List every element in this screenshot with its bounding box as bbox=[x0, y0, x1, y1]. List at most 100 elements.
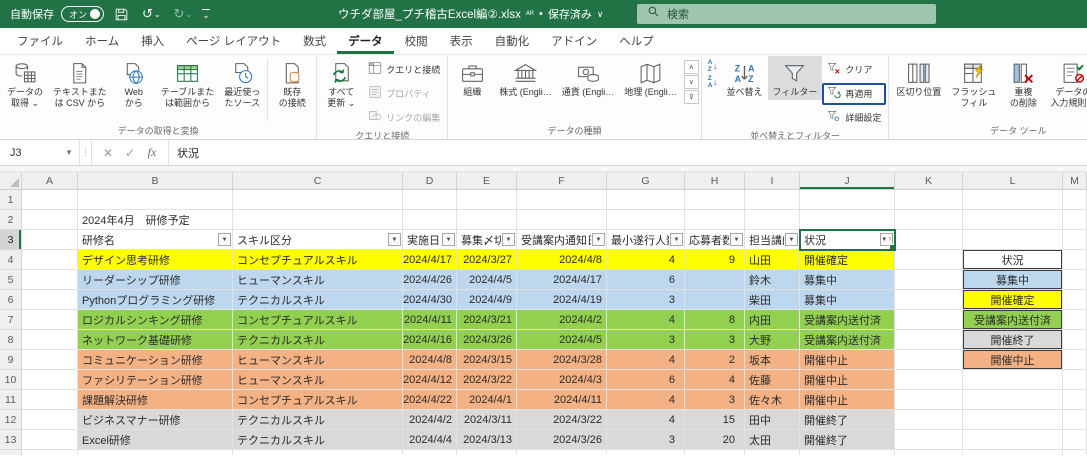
formula-input[interactable]: 状況 bbox=[169, 140, 1087, 165]
cell-L13[interactable] bbox=[963, 430, 1063, 450]
column-header-B[interactable]: B bbox=[78, 172, 233, 190]
cell-H6[interactable] bbox=[685, 290, 745, 310]
cell-G5[interactable]: 6 bbox=[607, 270, 685, 290]
cell-J1[interactable] bbox=[800, 190, 895, 210]
cell-G3[interactable]: 最小遂行人数▼ bbox=[607, 230, 685, 250]
cell-L3[interactable] bbox=[963, 230, 1063, 250]
cell-H7[interactable]: 8 bbox=[685, 310, 745, 330]
text-to-columns-button[interactable]: 区切り位置 bbox=[891, 56, 946, 100]
cell-J13[interactable]: 開催終了 bbox=[800, 430, 895, 450]
recent-sources-button[interactable]: 最近使ったソース bbox=[219, 56, 265, 111]
cell-K3[interactable] bbox=[895, 230, 963, 250]
cell-J5[interactable]: 募集中 bbox=[800, 270, 895, 290]
cell-K11[interactable] bbox=[895, 390, 963, 410]
cell-B13[interactable]: Excel研修 bbox=[78, 430, 233, 450]
from-table-range-button[interactable]: テーブルまたは範囲から bbox=[156, 56, 219, 111]
enter-icon[interactable]: ✓ bbox=[120, 146, 140, 160]
row-header-10[interactable]: 10 bbox=[0, 370, 22, 390]
cell-H2[interactable] bbox=[685, 210, 745, 230]
cell-C3[interactable]: スキル区分▼ bbox=[233, 230, 403, 250]
column-header-A[interactable]: A bbox=[22, 172, 78, 190]
column-header-G[interactable]: G bbox=[607, 172, 685, 190]
cell-I2[interactable] bbox=[745, 210, 800, 230]
filter-dropdown-icon[interactable]: ▼ bbox=[502, 233, 515, 246]
cell-I14[interactable] bbox=[745, 450, 800, 455]
get-data-button[interactable]: データの取得 ⌄ bbox=[2, 56, 48, 111]
cell-D1[interactable] bbox=[403, 190, 457, 210]
cell-M9[interactable] bbox=[1063, 350, 1087, 370]
cell-E8[interactable]: 2024/3/26 bbox=[457, 330, 517, 350]
cell-F3[interactable]: 受講案内通知日▼ bbox=[517, 230, 607, 250]
cell-G9[interactable]: 4 bbox=[607, 350, 685, 370]
cell-C13[interactable]: テクニカルスキル bbox=[233, 430, 403, 450]
cell-H3[interactable]: 応募者数▼ bbox=[685, 230, 745, 250]
cell-E10[interactable]: 2024/3/22 bbox=[457, 370, 517, 390]
cell-J14[interactable] bbox=[800, 450, 895, 455]
filter-dropdown-icon[interactable]: ▼ bbox=[592, 233, 605, 246]
cell-B10[interactable]: ファシリテーション研修 bbox=[78, 370, 233, 390]
column-header-J[interactable]: J bbox=[800, 172, 895, 190]
cell-E13[interactable]: 2024/3/13 bbox=[457, 430, 517, 450]
column-header-M[interactable]: M bbox=[1063, 172, 1087, 190]
cell-K14[interactable] bbox=[895, 450, 963, 455]
cell-B11[interactable]: 課題解決研修 bbox=[78, 390, 233, 410]
tab-挿入[interactable]: 挿入 bbox=[130, 28, 175, 54]
row-header-3[interactable]: 3 bbox=[0, 230, 22, 250]
cell-A9[interactable] bbox=[22, 350, 78, 370]
cell-I5[interactable]: 鈴木 bbox=[745, 270, 800, 290]
cell-F1[interactable] bbox=[517, 190, 607, 210]
tab-アドイン[interactable]: アドイン bbox=[540, 28, 608, 54]
row-header-9[interactable]: 9 bbox=[0, 350, 22, 370]
cell-E14[interactable] bbox=[457, 450, 517, 455]
cell-A4[interactable] bbox=[22, 250, 78, 270]
cell-D11[interactable]: 2024/4/22 bbox=[403, 390, 457, 410]
cell-F5[interactable]: 2024/4/17 bbox=[517, 270, 607, 290]
cell-A8[interactable] bbox=[22, 330, 78, 350]
cell-I12[interactable]: 田中 bbox=[745, 410, 800, 430]
tab-データ[interactable]: データ bbox=[337, 28, 394, 54]
cell-G13[interactable]: 3 bbox=[607, 430, 685, 450]
cell-D13[interactable]: 2024/4/4 bbox=[403, 430, 457, 450]
column-header-F[interactable]: F bbox=[517, 172, 607, 190]
cell-I4[interactable]: 山田 bbox=[745, 250, 800, 270]
stocks-data-type-button[interactable]: 株式 (Engli… bbox=[494, 56, 557, 100]
geography-data-type-button[interactable]: 地理 (Engli… bbox=[619, 56, 682, 100]
cell-F11[interactable]: 2024/4/11 bbox=[517, 390, 607, 410]
existing-connections-button[interactable]: 既存の接続 bbox=[270, 56, 314, 111]
cell-B5[interactable]: リーダーシップ研修 bbox=[78, 270, 233, 290]
cell-G6[interactable]: 3 bbox=[607, 290, 685, 310]
clear-filter-button[interactable]: クリア bbox=[822, 59, 886, 81]
cell-J12[interactable]: 開催終了 bbox=[800, 410, 895, 430]
cell-F4[interactable]: 2024/4/8 bbox=[517, 250, 607, 270]
cell-F8[interactable]: 2024/4/5 bbox=[517, 330, 607, 350]
column-header-H[interactable]: H bbox=[685, 172, 745, 190]
sort-button[interactable]: ZAAZ並べ替え bbox=[722, 56, 768, 100]
cell-E7[interactable]: 2024/3/21 bbox=[457, 310, 517, 330]
cell-B3[interactable]: 研修名▼ bbox=[78, 230, 233, 250]
cell-D10[interactable]: 2024/4/12 bbox=[403, 370, 457, 390]
customize-quick-access-icon[interactable]: ⌄ bbox=[202, 9, 210, 19]
cell-G8[interactable]: 3 bbox=[607, 330, 685, 350]
cell-M13[interactable] bbox=[1063, 430, 1087, 450]
column-header-L[interactable]: L bbox=[963, 172, 1063, 190]
cell-D8[interactable]: 2024/4/16 bbox=[403, 330, 457, 350]
cell-B1[interactable] bbox=[78, 190, 233, 210]
cell-I10[interactable]: 佐藤 bbox=[745, 370, 800, 390]
cell-J6[interactable]: 募集中 bbox=[800, 290, 895, 310]
cell-F10[interactable]: 2024/4/3 bbox=[517, 370, 607, 390]
advanced-filter-button[interactable]: 詳細設定 bbox=[822, 107, 886, 129]
cell-H10[interactable]: 4 bbox=[685, 370, 745, 390]
cell-A3[interactable] bbox=[22, 230, 78, 250]
legend-item[interactable]: 受講案内送付済 bbox=[963, 310, 1063, 330]
cell-F14[interactable] bbox=[517, 450, 607, 455]
cell-D9[interactable]: 2024/4/8 bbox=[403, 350, 457, 370]
cell-L2[interactable] bbox=[963, 210, 1063, 230]
cell-B7[interactable]: ロジカルシンキング研修 bbox=[78, 310, 233, 330]
cell-K1[interactable] bbox=[895, 190, 963, 210]
tab-数式[interactable]: 数式 bbox=[292, 28, 337, 54]
cell-K7[interactable] bbox=[895, 310, 963, 330]
cell-B12[interactable]: ビジネスマナー研修 bbox=[78, 410, 233, 430]
cell-F6[interactable]: 2024/4/19 bbox=[517, 290, 607, 310]
cell-H9[interactable]: 2 bbox=[685, 350, 745, 370]
cell-B4[interactable]: デザイン思考研修 bbox=[78, 250, 233, 270]
